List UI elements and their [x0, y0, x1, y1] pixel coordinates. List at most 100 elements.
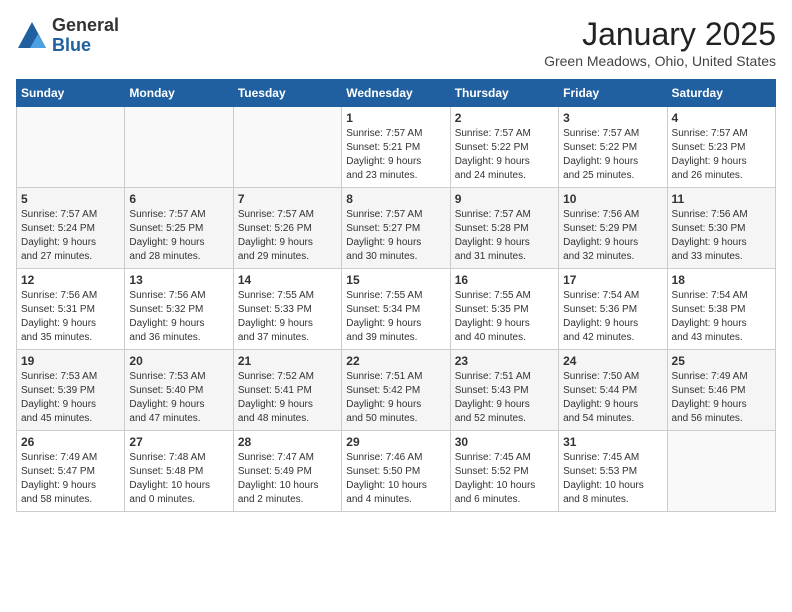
week-row-1: 1 Sunrise: 7:57 AM Sunset: 5:21 PM Daylig…: [17, 107, 776, 188]
day-number: 12: [21, 273, 120, 287]
weekday-header-monday: Monday: [125, 80, 233, 107]
calendar-cell: 10 Sunrise: 7:56 AM Sunset: 5:29 PM Dayli…: [559, 188, 667, 269]
day-number: 3: [563, 111, 662, 125]
calendar-cell: 26 Sunrise: 7:49 AM Sunset: 5:47 PM Dayli…: [17, 431, 125, 512]
cell-info: Sunrise: 7:57 AM Sunset: 5:28 PM Dayligh…: [455, 208, 554, 264]
cell-info: Sunrise: 7:49 AM Sunset: 5:47 PM Dayligh…: [21, 451, 120, 507]
cell-info: Sunrise: 7:55 AM Sunset: 5:34 PM Dayligh…: [346, 289, 445, 345]
day-number: 7: [238, 192, 337, 206]
weekday-header-thursday: Thursday: [450, 80, 558, 107]
calendar-cell: 23 Sunrise: 7:51 AM Sunset: 5:43 PM Dayli…: [450, 350, 558, 431]
cell-info: Sunrise: 7:49 AM Sunset: 5:46 PM Dayligh…: [672, 370, 771, 426]
day-number: 9: [455, 192, 554, 206]
cell-info: Sunrise: 7:53 AM Sunset: 5:40 PM Dayligh…: [129, 370, 228, 426]
day-number: 16: [455, 273, 554, 287]
calendar-cell: 27 Sunrise: 7:48 AM Sunset: 5:48 PM Dayli…: [125, 431, 233, 512]
calendar-cell: 28Sunrise: 7:47 AM Sunset: 5:49 PM Dayli…: [233, 431, 341, 512]
calendar-cell: 19Sunrise: 7:53 AM Sunset: 5:39 PM Dayli…: [17, 350, 125, 431]
calendar-cell: 1 Sunrise: 7:57 AM Sunset: 5:21 PM Daylig…: [342, 107, 450, 188]
calendar-cell: 31 Sunrise: 7:45 AM Sunset: 5:53 PM Dayli…: [559, 431, 667, 512]
cell-info: Sunrise: 7:51 AM Sunset: 5:43 PM Dayligh…: [455, 370, 554, 426]
weekday-header-row: SundayMondayTuesdayWednesdayThursdayFrid…: [17, 80, 776, 107]
logo-text: General Blue: [52, 16, 119, 56]
day-number: 8: [346, 192, 445, 206]
calendar-cell: 3 Sunrise: 7:57 AM Sunset: 5:22 PM Daylig…: [559, 107, 667, 188]
day-number: 19: [21, 354, 120, 368]
calendar-cell: 24Sunrise: 7:50 AM Sunset: 5:44 PM Dayli…: [559, 350, 667, 431]
day-number: 29: [346, 435, 445, 449]
calendar-cell: 29 Sunrise: 7:46 AM Sunset: 5:50 PM Dayli…: [342, 431, 450, 512]
cell-info: Sunrise: 7:47 AM Sunset: 5:49 PM Dayligh…: [238, 451, 337, 507]
calendar-table: SundayMondayTuesdayWednesdayThursdayFrid…: [16, 79, 776, 512]
cell-info: Sunrise: 7:56 AM Sunset: 5:32 PM Dayligh…: [129, 289, 228, 345]
calendar-cell: 22 Sunrise: 7:51 AM Sunset: 5:42 PM Dayli…: [342, 350, 450, 431]
day-number: 27: [129, 435, 228, 449]
weekday-header-tuesday: Tuesday: [233, 80, 341, 107]
cell-info: Sunrise: 7:57 AM Sunset: 5:26 PM Dayligh…: [238, 208, 337, 264]
calendar-cell: [233, 107, 341, 188]
logo-general: General: [52, 16, 119, 36]
day-number: 15: [346, 273, 445, 287]
day-number: 11: [672, 192, 771, 206]
calendar-cell: [667, 431, 775, 512]
cell-info: Sunrise: 7:57 AM Sunset: 5:22 PM Dayligh…: [563, 127, 662, 183]
week-row-3: 12 Sunrise: 7:56 AM Sunset: 5:31 PM Dayli…: [17, 269, 776, 350]
weekday-header-sunday: Sunday: [17, 80, 125, 107]
calendar-cell: 13Sunrise: 7:56 AM Sunset: 5:32 PM Dayli…: [125, 269, 233, 350]
calendar-cell: 11Sunrise: 7:56 AM Sunset: 5:30 PM Dayli…: [667, 188, 775, 269]
day-number: 26: [21, 435, 120, 449]
cell-info: Sunrise: 7:45 AM Sunset: 5:53 PM Dayligh…: [563, 451, 662, 507]
day-number: 10: [563, 192, 662, 206]
cell-info: Sunrise: 7:51 AM Sunset: 5:42 PM Dayligh…: [346, 370, 445, 426]
day-number: 4: [672, 111, 771, 125]
cell-info: Sunrise: 7:45 AM Sunset: 5:52 PM Dayligh…: [455, 451, 554, 507]
calendar-cell: 15 Sunrise: 7:55 AM Sunset: 5:34 PM Dayli…: [342, 269, 450, 350]
day-number: 21: [238, 354, 337, 368]
month-title: January 2025: [544, 16, 776, 53]
calendar-cell: 9 Sunrise: 7:57 AM Sunset: 5:28 PM Daylig…: [450, 188, 558, 269]
cell-info: Sunrise: 7:54 AM Sunset: 5:36 PM Dayligh…: [563, 289, 662, 345]
cell-info: Sunrise: 7:46 AM Sunset: 5:50 PM Dayligh…: [346, 451, 445, 507]
week-row-5: 26 Sunrise: 7:49 AM Sunset: 5:47 PM Dayli…: [17, 431, 776, 512]
weekday-header-friday: Friday: [559, 80, 667, 107]
weekday-header-wednesday: Wednesday: [342, 80, 450, 107]
cell-info: Sunrise: 7:55 AM Sunset: 5:33 PM Dayligh…: [238, 289, 337, 345]
cell-info: Sunrise: 7:56 AM Sunset: 5:31 PM Dayligh…: [21, 289, 120, 345]
calendar-cell: 20 Sunrise: 7:53 AM Sunset: 5:40 PM Dayli…: [125, 350, 233, 431]
cell-info: Sunrise: 7:57 AM Sunset: 5:22 PM Dayligh…: [455, 127, 554, 183]
cell-info: Sunrise: 7:57 AM Sunset: 5:25 PM Dayligh…: [129, 208, 228, 264]
day-number: 5: [21, 192, 120, 206]
calendar-cell: 8Sunrise: 7:57 AM Sunset: 5:27 PM Daylig…: [342, 188, 450, 269]
calendar-cell: 6 Sunrise: 7:57 AM Sunset: 5:25 PM Daylig…: [125, 188, 233, 269]
day-number: 2: [455, 111, 554, 125]
cell-info: Sunrise: 7:55 AM Sunset: 5:35 PM Dayligh…: [455, 289, 554, 345]
day-number: 14: [238, 273, 337, 287]
calendar-cell: 14 Sunrise: 7:55 AM Sunset: 5:33 PM Dayli…: [233, 269, 341, 350]
day-number: 17: [563, 273, 662, 287]
cell-info: Sunrise: 7:57 AM Sunset: 5:21 PM Dayligh…: [346, 127, 445, 183]
day-number: 6: [129, 192, 228, 206]
logo-blue: Blue: [52, 36, 119, 56]
cell-info: Sunrise: 7:54 AM Sunset: 5:38 PM Dayligh…: [672, 289, 771, 345]
cell-info: Sunrise: 7:48 AM Sunset: 5:48 PM Dayligh…: [129, 451, 228, 507]
calendar-cell: [125, 107, 233, 188]
calendar-cell: 21 Sunrise: 7:52 AM Sunset: 5:41 PM Dayli…: [233, 350, 341, 431]
calendar-cell: 16 Sunrise: 7:55 AM Sunset: 5:35 PM Dayli…: [450, 269, 558, 350]
calendar-cell: [17, 107, 125, 188]
logo-icon: [16, 20, 48, 52]
cell-info: Sunrise: 7:52 AM Sunset: 5:41 PM Dayligh…: [238, 370, 337, 426]
day-number: 23: [455, 354, 554, 368]
cell-info: Sunrise: 7:57 AM Sunset: 5:24 PM Dayligh…: [21, 208, 120, 264]
calendar-cell: 18 Sunrise: 7:54 AM Sunset: 5:38 PM Dayli…: [667, 269, 775, 350]
location: Green Meadows, Ohio, United States: [544, 53, 776, 69]
calendar-cell: 17 Sunrise: 7:54 AM Sunset: 5:36 PM Dayli…: [559, 269, 667, 350]
logo: General Blue: [16, 16, 119, 56]
week-row-2: 5 Sunrise: 7:57 AM Sunset: 5:24 PM Daylig…: [17, 188, 776, 269]
day-number: 20: [129, 354, 228, 368]
day-number: 18: [672, 273, 771, 287]
day-number: 22: [346, 354, 445, 368]
calendar-cell: 2 Sunrise: 7:57 AM Sunset: 5:22 PM Daylig…: [450, 107, 558, 188]
day-number: 31: [563, 435, 662, 449]
cell-info: Sunrise: 7:56 AM Sunset: 5:29 PM Dayligh…: [563, 208, 662, 264]
day-number: 1: [346, 111, 445, 125]
